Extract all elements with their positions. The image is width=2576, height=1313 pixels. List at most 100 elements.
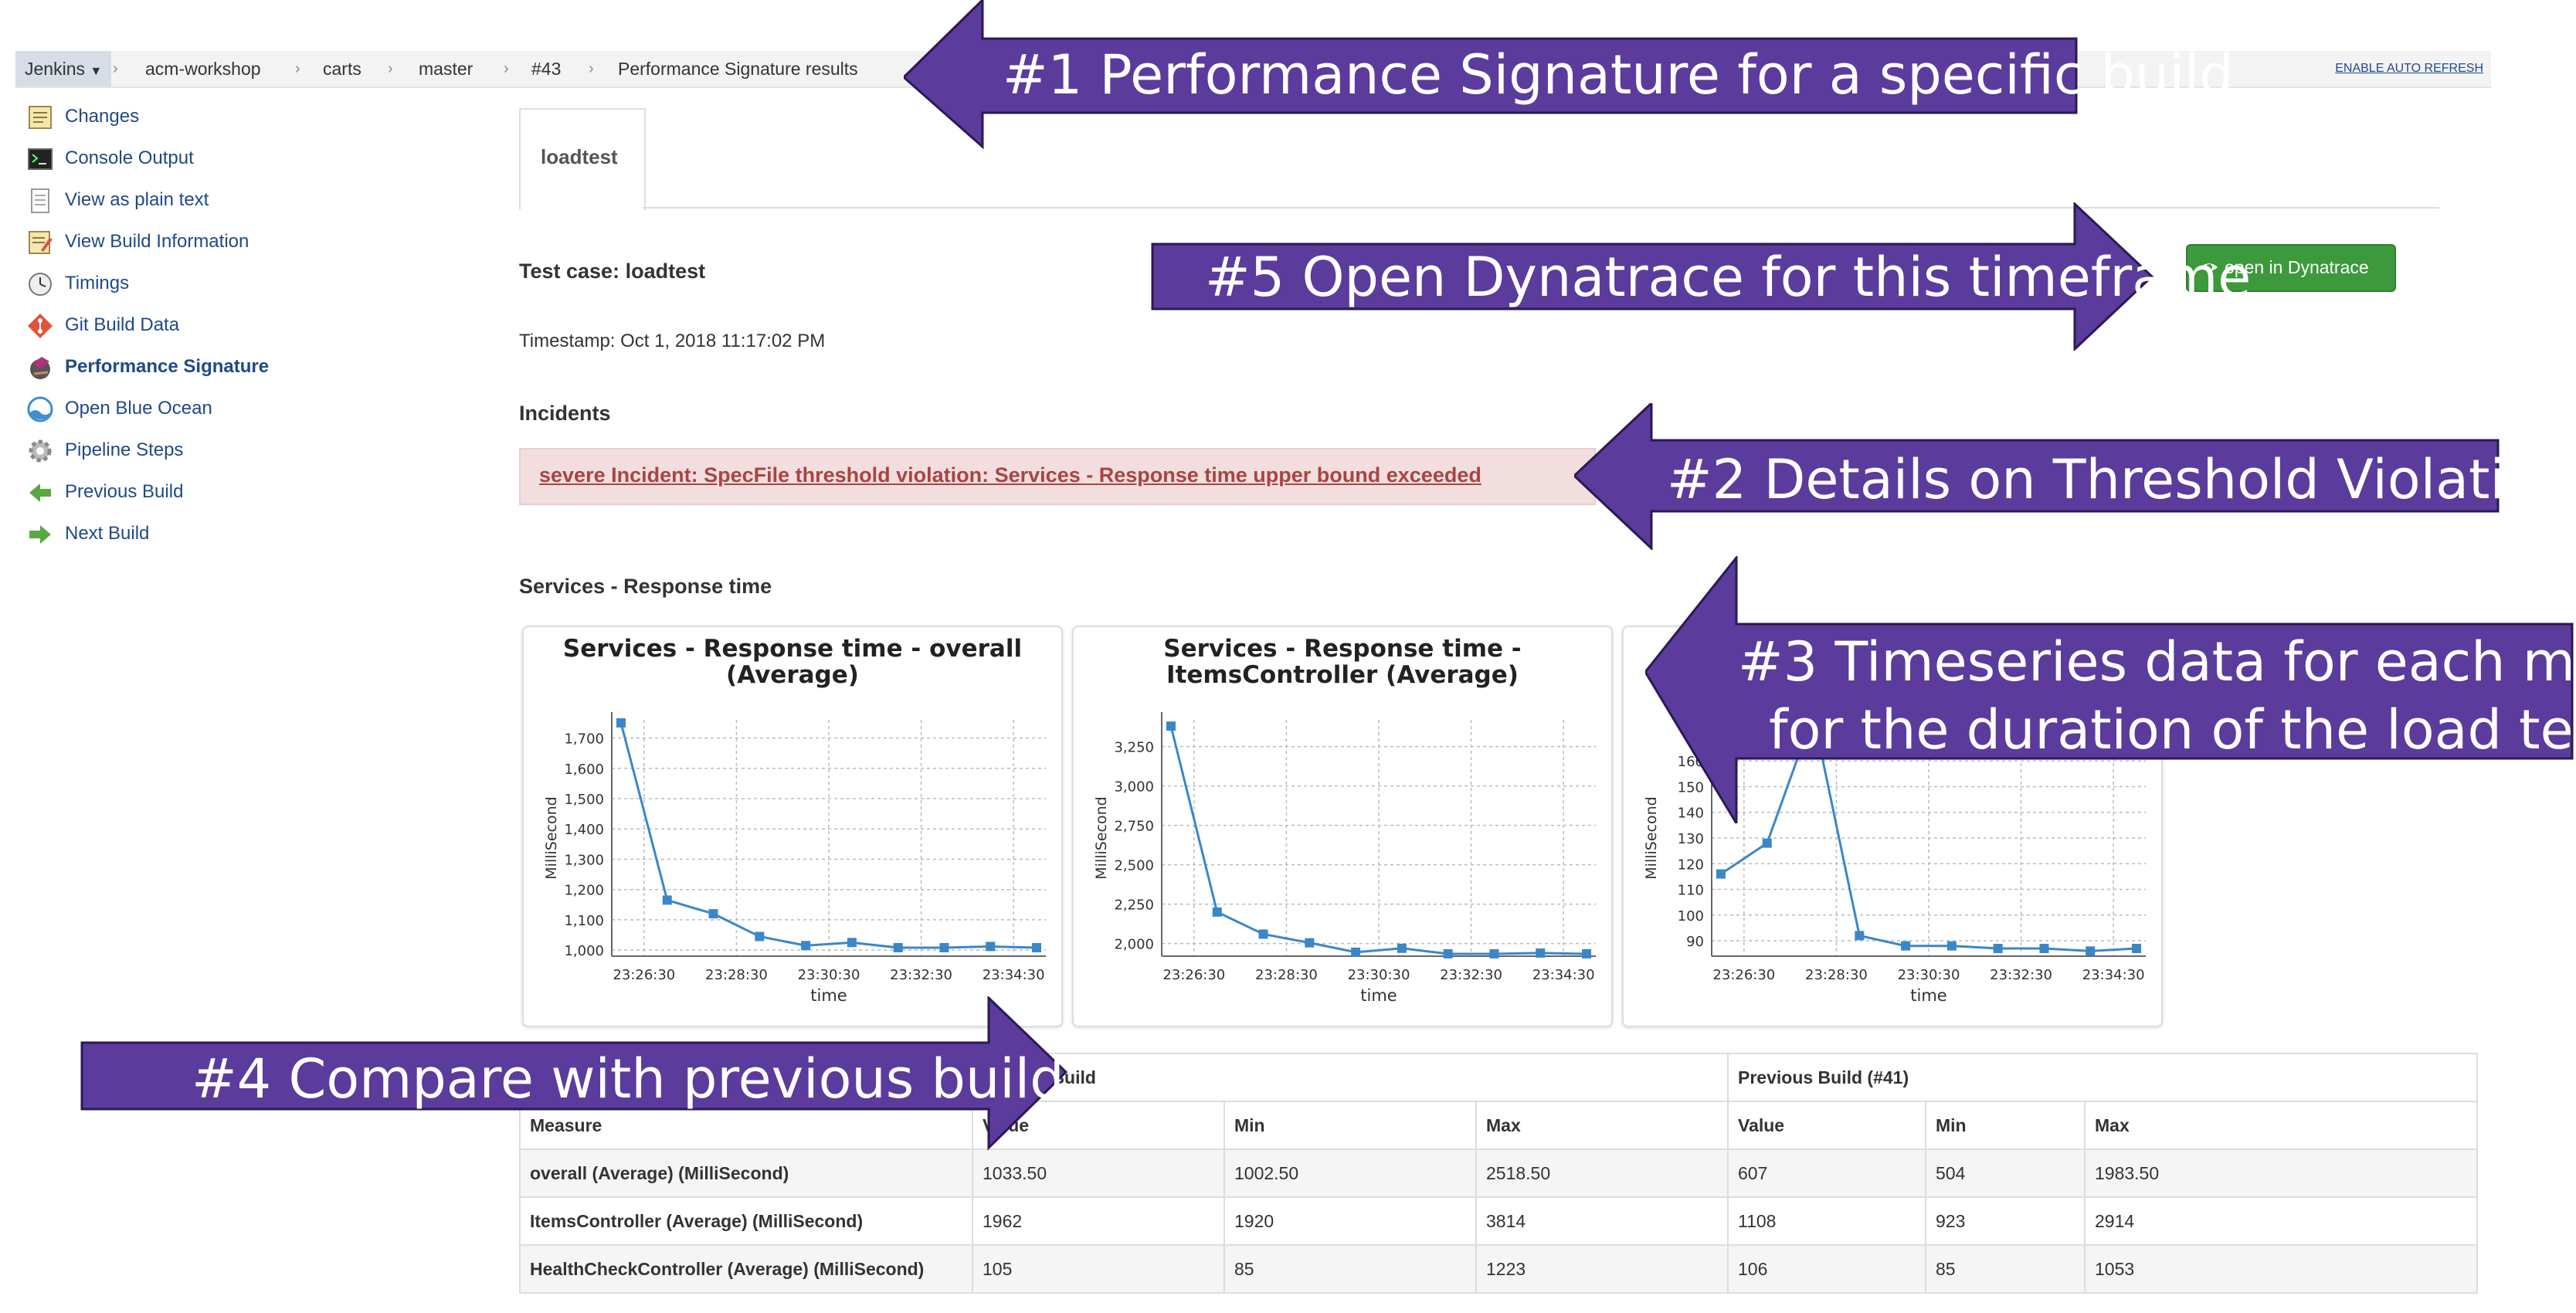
section-title: Services - Response time (519, 575, 772, 598)
clock-icon (29, 273, 52, 296)
tab-label: loadtest (541, 145, 618, 168)
data-point (1212, 907, 1222, 917)
col-header-max: Max (1475, 1101, 1729, 1150)
x-tick-label: 23:28:30 (705, 967, 768, 983)
y-tick-label: 1,300 (564, 852, 604, 868)
prev-value-cell: 607 (1727, 1148, 1926, 1198)
prev-value-cell: 1108 (1727, 1196, 1926, 1246)
y-tick-label: 130 (1678, 831, 1704, 847)
table-row: ItemsController (Average) (MilliSecond) … (519, 1196, 2478, 1246)
data-point (1305, 938, 1315, 948)
sidebar-item-label: Git Build Data (65, 314, 180, 335)
blue-ocean-icon (27, 396, 53, 422)
data-point (755, 931, 765, 941)
chart-title: (Average) (726, 661, 859, 689)
sidebar-item-label: Console Output (65, 148, 194, 168)
sidebar-item-label: Pipeline Steps (65, 439, 184, 460)
incidents-heading: Incidents (519, 402, 611, 425)
notepad-icon (29, 106, 52, 129)
data-point (1855, 931, 1865, 941)
chevron-right-icon: › (589, 60, 594, 77)
group-header-previous: Previous Build (#41) (1727, 1053, 2478, 1102)
data-point (1166, 721, 1176, 731)
data-point (1397, 943, 1407, 953)
data-point (1762, 838, 1772, 848)
x-tick-label: 23:30:30 (1898, 967, 1960, 983)
tab-loadtest[interactable]: loadtest (519, 108, 646, 210)
group-header-current: Current Build (972, 1053, 1729, 1102)
y-tick-label: 2,000 (1114, 937, 1154, 953)
data-point (893, 943, 903, 953)
sidebar-item-label: Next Build (65, 523, 150, 544)
sidebar-item-label: View Build Information (65, 231, 249, 252)
x-tick-label: 23:30:30 (1348, 967, 1410, 983)
data-point (1901, 941, 1911, 951)
x-tick-label: 23:32:30 (1440, 967, 1502, 983)
data-point (1716, 869, 1726, 879)
measure-cell: overall (Average) (MilliSecond) (519, 1148, 973, 1198)
annotation-3-text-line2: for the duration of the load test (1769, 698, 2576, 762)
data-point (662, 895, 672, 905)
data-point (1489, 948, 1499, 958)
chart-overall: Services - Response time - overall (Avera… (522, 626, 1063, 1027)
x-tick-label: 23:32:30 (1990, 967, 2052, 983)
x-axis-label: time (1910, 986, 1946, 1005)
chevron-right-icon: › (504, 60, 509, 77)
data-point (939, 943, 949, 953)
annotation-1-text: #1 Performance Signature for a specific … (1003, 43, 2234, 107)
caret-down-icon[interactable]: ▼ (90, 65, 102, 78)
annotation-5-text: #5 Open Dynatrace for this timeframe (1205, 246, 2252, 309)
arrow-right-icon (29, 525, 51, 544)
prev-min-cell: 504 (1925, 1148, 2086, 1198)
data-point (2039, 944, 2049, 954)
breadcrumb-current[interactable]: Performance Signature results (618, 51, 858, 87)
dynatrace-icon (30, 357, 50, 379)
x-tick-label: 23:30:30 (798, 967, 860, 983)
breadcrumb-acm-workshop[interactable]: acm-workshop (145, 51, 261, 87)
chart-title: Services - Response time - (1163, 635, 1521, 663)
y-tick-label: 2,500 (1114, 858, 1154, 874)
chart-itemscontroller: Services - Response time - ItemsControlle… (1072, 626, 1613, 1027)
breadcrumb-master[interactable]: master (419, 51, 473, 87)
min-cell: 1920 (1224, 1196, 1477, 1246)
y-tick-label: 90 (1686, 934, 1704, 950)
data-point (708, 909, 718, 919)
data-point (1946, 941, 1957, 951)
sidebar-item-label: View as plain text (65, 189, 209, 210)
breadcrumb-jenkins[interactable]: Jenkins ▼ (15, 51, 112, 87)
prev-value-cell: 106 (1727, 1244, 1926, 1294)
breadcrumb-carts[interactable]: carts (323, 51, 361, 87)
data-point (1582, 948, 1592, 958)
sidebar-item-label: Open Blue Ocean (65, 398, 212, 419)
chevron-right-icon: › (388, 60, 393, 77)
data-point (2132, 944, 2142, 954)
enable-auto-refresh-link[interactable]: ENABLE AUTO REFRESH (2335, 51, 2483, 87)
data-point (1536, 948, 1546, 958)
y-tick-label: 1,100 (564, 913, 604, 929)
y-tick-label: 1,500 (564, 792, 604, 808)
incident-link[interactable]: severe Incident: SpecFile threshold viol… (539, 463, 1481, 487)
breadcrumb-build[interactable]: #43 (531, 51, 561, 87)
y-tick-label: 110 (1678, 883, 1704, 899)
x-tick-label: 23:34:30 (1532, 967, 1595, 983)
y-tick-label: 2,250 (1114, 897, 1154, 914)
x-tick-label: 23:34:30 (983, 967, 1045, 983)
y-axis-label: MilliSecond (543, 796, 560, 879)
value-cell: 1962 (972, 1196, 1225, 1246)
chart-itemscontroller-svg: Services - Response time -ItemsControlle… (1093, 635, 1596, 1005)
notepad-edit-icon (29, 231, 53, 254)
prev-max-cell: 2914 (2084, 1196, 2478, 1246)
data-point (1032, 943, 1042, 953)
prev-max-cell: 1983.50 (2084, 1148, 2478, 1198)
sidebar: Changes Console Output View as plain tex… (0, 93, 433, 572)
prev-max-cell: 1053 (2084, 1244, 2478, 1294)
y-tick-label: 3,250 (1114, 740, 1154, 756)
x-tick-label: 23:28:30 (1805, 967, 1868, 983)
col-header-prev-value: Value (1727, 1101, 1926, 1150)
chart-title: Services - Response time - overall (563, 635, 1022, 663)
git-icon (28, 314, 53, 338)
x-axis-label: time (1360, 986, 1397, 1005)
sidebar-item-label: Performance Signature (65, 356, 270, 377)
data-point (801, 941, 811, 951)
chevron-right-icon: › (295, 60, 300, 77)
